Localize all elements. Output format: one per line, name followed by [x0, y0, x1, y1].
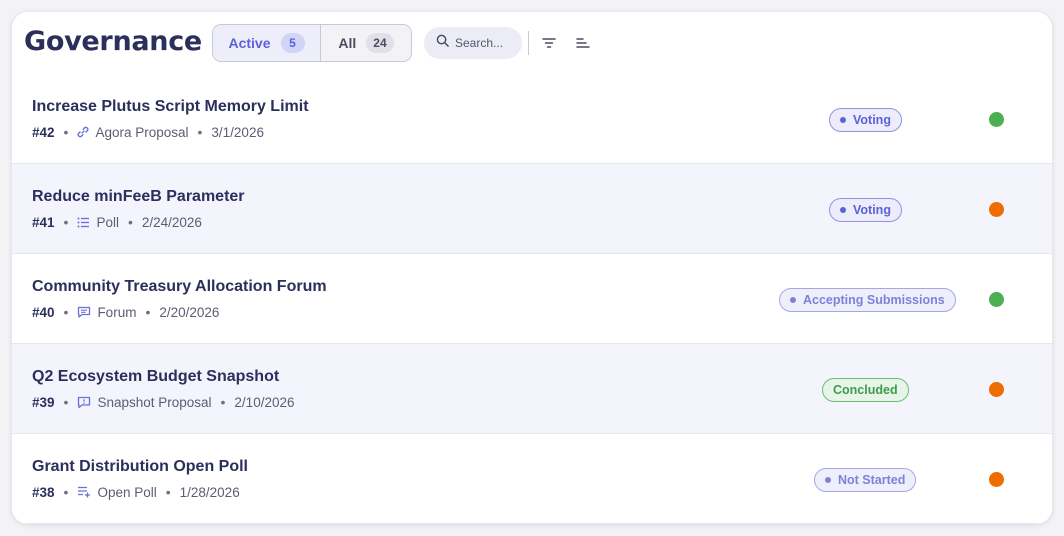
proposal-number: #40: [32, 304, 55, 320]
separator-dot: •: [63, 124, 69, 140]
separator-dot: •: [220, 394, 226, 410]
proposal-title: Grant Distribution Open Poll: [32, 458, 248, 475]
status-indicator: [989, 382, 1004, 397]
proposal-type: Open Poll: [97, 484, 157, 500]
proposal-title: Reduce minFeeB Parameter: [32, 188, 245, 205]
tab-active-count: 5: [280, 33, 305, 53]
tab-active-label: Active: [228, 35, 271, 51]
status-indicator: [989, 112, 1004, 127]
separator-dot: •: [165, 484, 171, 500]
message-square-icon: [77, 396, 91, 409]
proposal-meta: #42 • Agora Proposal • 3/1/2026: [32, 124, 264, 140]
status-indicator: [989, 292, 1004, 307]
proposal-row[interactable]: Increase Plutus Script Memory Limit #42 …: [12, 74, 1052, 164]
status-label: Not Started: [838, 473, 906, 487]
search-placeholder: Search...: [455, 36, 504, 50]
proposal-date: 2/20/2026: [159, 304, 220, 320]
proposal-date: 1/28/2026: [179, 484, 240, 500]
proposal-meta: #40 • Forum • 2/20/2026: [32, 304, 219, 320]
separator-dot: •: [63, 214, 69, 230]
list-icon: [77, 217, 90, 228]
proposal-number: #42: [32, 124, 55, 140]
proposal-list: Increase Plutus Script Memory Limit #42 …: [12, 74, 1052, 524]
search-icon: [436, 34, 449, 52]
status-label: Voting: [853, 113, 891, 127]
status-badge: Not Started: [814, 468, 917, 492]
status-badge: Accepting Submissions: [779, 288, 956, 312]
sort-icon[interactable]: [574, 34, 592, 52]
separator-dot: •: [63, 484, 69, 500]
proposal-type: Poll: [96, 214, 119, 230]
tab-all-count: 24: [366, 33, 394, 53]
proposal-type: Forum: [97, 304, 137, 320]
comment-icon: [77, 306, 91, 319]
search-input[interactable]: Search...: [424, 27, 522, 59]
filter-icon[interactable]: [540, 34, 558, 52]
proposal-number: #39: [32, 394, 55, 410]
proposal-date: 2/24/2026: [141, 214, 202, 230]
proposal-row[interactable]: Community Treasury Allocation Forum #40 …: [12, 254, 1052, 344]
status-label: Concluded: [833, 383, 898, 397]
proposal-meta: #39 • Snapshot Proposal • 2/10/2026: [32, 394, 294, 410]
status-label: Accepting Submissions: [803, 293, 945, 307]
tab-active[interactable]: Active 5: [213, 25, 321, 61]
page-title: Governance: [24, 26, 202, 57]
proposal-title: Q2 Ecosystem Budget Snapshot: [32, 368, 280, 385]
link-icon: [77, 126, 89, 138]
proposal-row[interactable]: Reduce minFeeB Parameter #41 • Poll • 2/…: [12, 164, 1052, 254]
proposal-title: Community Treasury Allocation Forum: [32, 278, 327, 295]
status-badge: Voting: [829, 198, 902, 222]
status-badge: Voting: [829, 108, 902, 132]
tab-all-label: All: [338, 35, 357, 51]
proposal-type: Agora Proposal: [95, 124, 189, 140]
status-label: Voting: [853, 203, 891, 217]
badge-dot: [790, 297, 796, 303]
proposal-row[interactable]: Q2 Ecosystem Budget Snapshot #39 • Snaps…: [12, 344, 1052, 434]
header: Governance Active 5 All 24 Search...: [12, 12, 1052, 74]
tab-switcher: Active 5 All 24: [212, 24, 412, 62]
tab-all[interactable]: All 24: [321, 25, 411, 61]
separator-dot: •: [197, 124, 203, 140]
proposal-row[interactable]: Grant Distribution Open Poll #38 • Open …: [12, 434, 1052, 524]
proposal-number: #41: [32, 214, 55, 230]
badge-dot: [840, 207, 846, 213]
proposal-type: Snapshot Proposal: [97, 394, 212, 410]
status-indicator: [989, 472, 1004, 487]
proposal-meta: #41 • Poll • 2/24/2026: [32, 214, 202, 230]
separator-dot: •: [145, 304, 151, 320]
status-indicator: [989, 202, 1004, 217]
governance-card: Governance Active 5 All 24 Search... Inc…: [12, 12, 1052, 524]
status-badge: Concluded: [822, 378, 909, 402]
playlist-add-icon: [77, 486, 91, 498]
proposal-number: #38: [32, 484, 55, 500]
proposal-date: 2/10/2026: [234, 394, 295, 410]
separator-dot: •: [127, 214, 133, 230]
badge-dot: [840, 117, 846, 123]
separator-dot: •: [63, 394, 69, 410]
proposal-title: Increase Plutus Script Memory Limit: [32, 98, 309, 115]
toolbar-divider: [528, 31, 529, 55]
separator-dot: •: [63, 304, 69, 320]
proposal-meta: #38 • Open Poll • 1/28/2026: [32, 484, 240, 500]
proposal-date: 3/1/2026: [211, 124, 264, 140]
badge-dot: [825, 477, 831, 483]
